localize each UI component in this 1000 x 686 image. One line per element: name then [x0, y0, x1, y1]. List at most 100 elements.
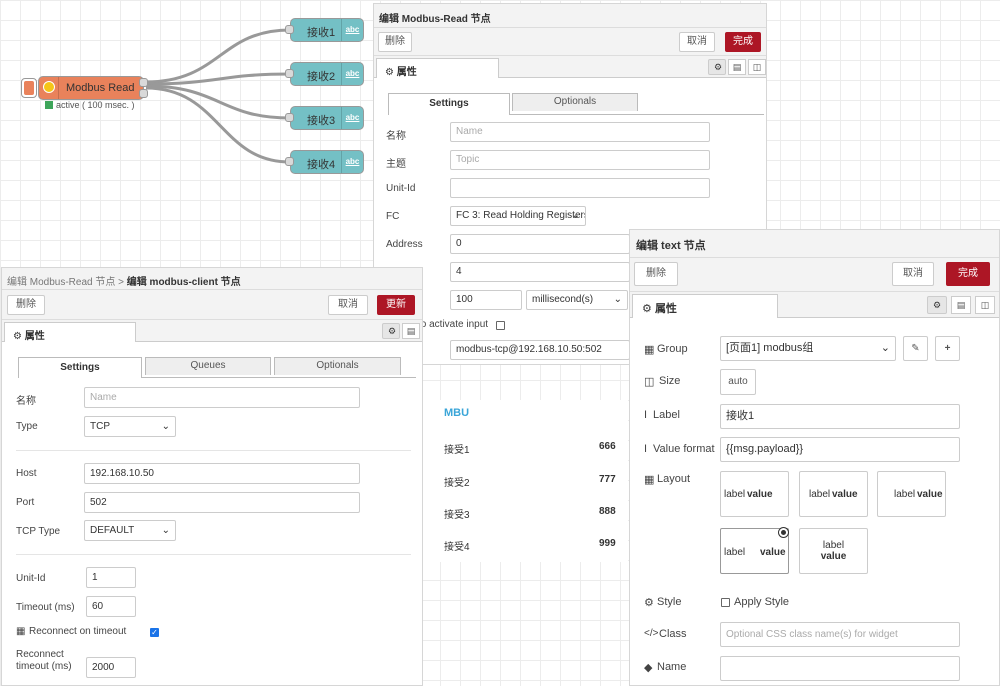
group-label: Group [657, 343, 688, 355]
group-select[interactable]: [页面1] modbus组 ⌄ [720, 336, 896, 361]
address-input[interactable]: 0 [450, 234, 630, 254]
layout-icon: ▦ [644, 474, 655, 486]
input-port[interactable] [285, 25, 294, 34]
appearance-icon[interactable]: ◫ [748, 59, 766, 75]
output-port[interactable] [139, 89, 148, 98]
tab-queues[interactable]: Queues [145, 357, 271, 375]
delete-button[interactable]: 删除 [634, 262, 678, 286]
appearance-icon[interactable]: ◫ [975, 296, 995, 314]
port-label: Port [16, 497, 35, 508]
add-group-button[interactable]: + [935, 336, 960, 361]
host-input[interactable]: 192.168.10.50 [84, 463, 360, 484]
label-label: Label [653, 409, 680, 421]
output-port[interactable] [139, 78, 148, 87]
delete-button[interactable]: 删除 [7, 295, 45, 315]
label-input[interactable]: 接收1 [720, 404, 960, 429]
reconnect-timeout-label: Reconnect [16, 649, 64, 660]
unit-id-input[interactable]: 1 [86, 567, 136, 588]
name-input[interactable]: Name [450, 122, 710, 142]
layout-option-row-center[interactable]: label value [799, 471, 868, 517]
row-value: 888 [599, 506, 616, 517]
tab-properties[interactable]: ⚙ 属性 [632, 294, 778, 318]
tcp-type-label: TCP Type [16, 526, 61, 537]
receiver-node-1[interactable]: 接收1 abc [290, 18, 364, 42]
plus-icon: + [944, 343, 951, 354]
tab-optionals[interactable]: Optionals [512, 93, 638, 111]
port-input[interactable]: 502 [84, 492, 360, 513]
apply-style-checkbox[interactable] [721, 598, 730, 607]
activate-input-label: to activate input [418, 319, 489, 330]
size-label: Size [659, 375, 681, 387]
description-icon[interactable]: ▤ [951, 296, 971, 314]
fc-label: FC [386, 211, 400, 222]
done-button[interactable]: 完成 [725, 32, 761, 52]
reconnect-timeout-input[interactable]: 2000 [86, 657, 136, 678]
receiver-node-2[interactable]: 接收2 abc [290, 62, 364, 86]
activate-input-checkbox[interactable] [496, 321, 505, 330]
unit-id-input[interactable] [450, 178, 710, 198]
layout-option-row-right[interactable]: label value [877, 471, 946, 517]
description-icon[interactable]: ▤ [728, 59, 746, 75]
row-label: 接受3 [444, 510, 470, 521]
row-label: 接受2 [444, 478, 470, 489]
layout-option-row-left[interactable]: label value [720, 471, 789, 517]
server-select[interactable]: modbus-tcp@192.168.10.50:502 [450, 340, 630, 360]
value-format-input[interactable]: {{msg.payload}} [720, 437, 960, 462]
tab-properties[interactable]: ⚙ 属性 [376, 58, 499, 78]
tab-settings[interactable]: Settings [388, 93, 510, 115]
layout-option-row-spread[interactable]: label value [720, 527, 789, 574]
poll-rate-input[interactable]: 100 [450, 290, 522, 310]
input-port[interactable] [285, 113, 294, 122]
receiver-node-4[interactable]: 接收4 abc [290, 150, 364, 174]
name-input[interactable]: Name [84, 387, 360, 408]
class-input[interactable]: Optional CSS class name(s) for widget [720, 622, 960, 647]
topic-input[interactable]: Topic [450, 150, 710, 170]
chevron-down-icon: ⌄ [880, 342, 890, 354]
done-button[interactable]: 完成 [946, 262, 990, 286]
poll-unit-select[interactable]: millisecond(s) ⌄ [526, 290, 628, 310]
dashboard-card: MBU 接受1 666 接受2 777 接受3 888 接受4 999 [423, 400, 628, 562]
text-icon: abc [341, 107, 363, 129]
dashboard-group-title: MBU [444, 407, 470, 419]
quantity-input[interactable]: 4 [450, 262, 630, 282]
cancel-button[interactable]: 取消 [892, 262, 934, 286]
editor-toolbar: 删除 取消 完成 [374, 28, 766, 56]
name-input[interactable] [720, 656, 960, 681]
properties-tabbar: ⚙ 属性 ⚙ ▤ [2, 320, 422, 342]
modbus-read-node[interactable]: Modbus Read [38, 76, 144, 100]
type-select[interactable]: TCP ⌄ [84, 416, 176, 437]
input-port[interactable] [285, 69, 294, 78]
edit-group-button[interactable]: ✎ [903, 336, 928, 361]
reconnect-checkbox[interactable]: ✓ [150, 628, 159, 637]
tab-settings[interactable]: Settings [18, 357, 142, 378]
inject-button[interactable] [21, 78, 37, 98]
input-port[interactable] [285, 157, 294, 166]
layout-option-column-center[interactable]: label value [799, 528, 868, 574]
tab-properties[interactable]: ⚙ 属性 [4, 322, 136, 342]
cancel-button[interactable]: 取消 [328, 295, 368, 315]
row-label: 接受1 [444, 445, 470, 456]
breadcrumb[interactable]: 编辑 Modbus-Read 节点 > [7, 277, 124, 288]
timeout-label: Timeout (ms) [16, 602, 75, 613]
delete-button[interactable]: 删除 [378, 32, 412, 52]
description-icon[interactable]: ▤ [402, 323, 420, 339]
tab-optionals[interactable]: Optionals [274, 357, 401, 375]
tcp-type-select[interactable]: DEFAULT ⌄ [84, 520, 176, 541]
fc-select[interactable]: FC 3: Read Holding Registers ⌄ [450, 206, 586, 226]
editor-toolbar: 删除 取消 完成 [630, 258, 999, 292]
cancel-button[interactable]: 取消 [679, 32, 715, 52]
style-label: Style [657, 596, 682, 608]
grid-icon: ▦ [16, 626, 26, 637]
receiver-node-3[interactable]: 接收3 abc [290, 106, 364, 130]
editor-title: 编辑 Modbus-Read 节点 [374, 4, 766, 28]
name-label: 名称 [386, 131, 406, 142]
timeout-input[interactable]: 60 [86, 596, 136, 617]
settings-gear-icon[interactable]: ⚙ [927, 296, 947, 314]
class-label: Class [659, 628, 687, 640]
settings-gear-icon[interactable]: ⚙ [382, 323, 400, 339]
topic-label: 主题 [386, 159, 406, 170]
settings-gear-icon[interactable]: ⚙ [708, 59, 726, 75]
reconnect-timeout-label-2: timeout (ms) [16, 661, 72, 672]
size-button[interactable]: auto [720, 369, 756, 395]
update-button[interactable]: 更新 [377, 295, 415, 315]
